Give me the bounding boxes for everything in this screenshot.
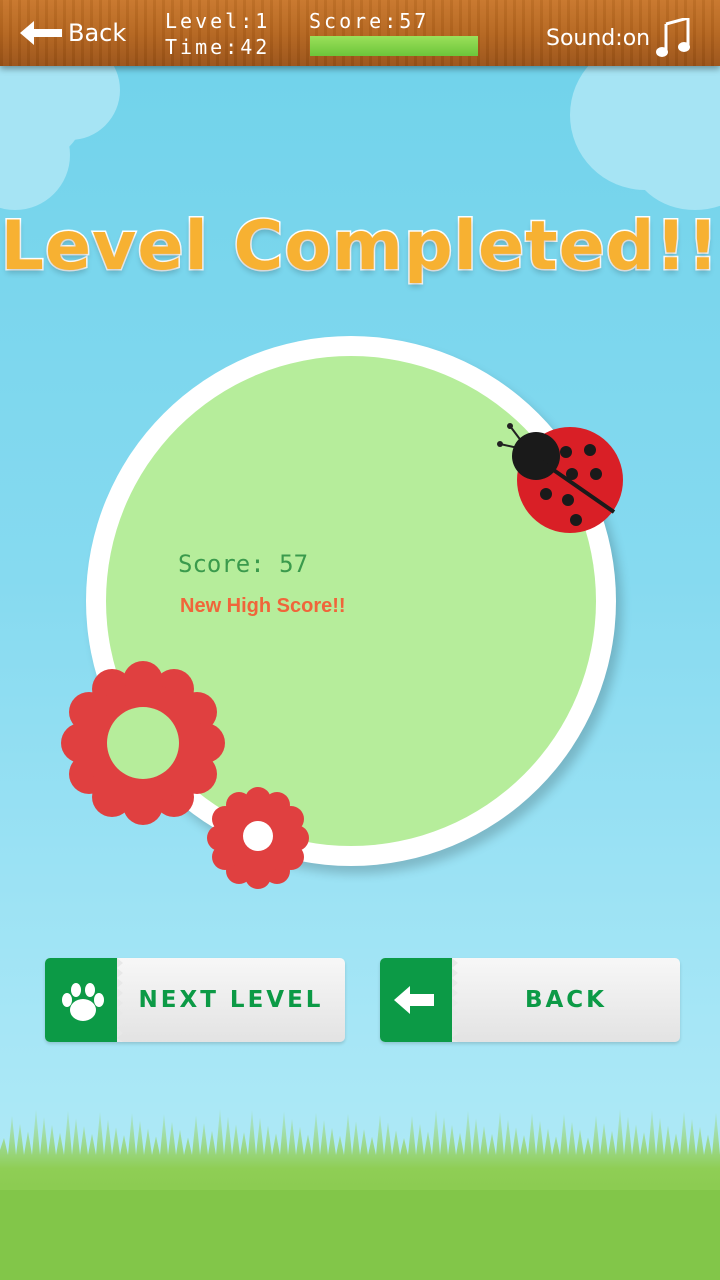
sound-label: Sound:on xyxy=(546,25,651,51)
top-back-label: Back xyxy=(68,19,127,47)
top-bar: Back Level:1 Time:42 Score:57 Sound:on xyxy=(0,0,720,66)
arrow-left-icon xyxy=(20,21,62,45)
sound-toggle[interactable]: Sound:on xyxy=(546,18,692,58)
score-indicator: Score:57 xyxy=(309,9,430,33)
next-level-button[interactable]: NEXT LEVEL xyxy=(45,958,345,1042)
time-indicator: Time:42 xyxy=(165,35,271,59)
score-progress-bar xyxy=(310,36,478,56)
top-back-button[interactable]: Back xyxy=(20,17,126,49)
back-button[interactable]: BACK xyxy=(380,958,680,1042)
back-tab xyxy=(380,958,458,1042)
level-indicator: Level:1 xyxy=(165,9,271,33)
music-note-icon xyxy=(656,18,691,57)
back-label: BACK xyxy=(524,987,608,1013)
new-high-score-text: New High Score!! xyxy=(180,595,346,617)
grass-ground xyxy=(0,1108,720,1280)
level-completed-title: Level Completed!! xyxy=(0,206,720,288)
next-level-tab xyxy=(45,958,123,1042)
score-progress-fill xyxy=(310,36,478,56)
red-flower-large xyxy=(61,661,225,825)
result-score: Score: 57 xyxy=(178,550,309,578)
red-flower-small xyxy=(207,787,309,889)
ladybug-icon xyxy=(497,423,623,533)
arrow-left-icon xyxy=(394,958,458,1042)
paw-icon xyxy=(62,958,123,1042)
next-level-label: NEXT LEVEL xyxy=(138,987,324,1013)
